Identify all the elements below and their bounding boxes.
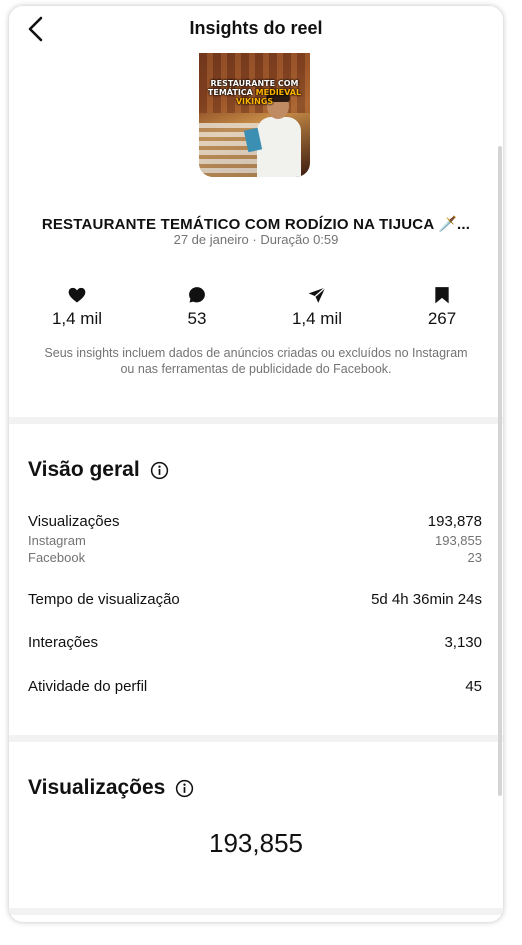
thumbnail-person — [257, 117, 301, 177]
row-value: 23 — [467, 550, 482, 565]
phone-screen: Insights do reel RESTAURANTE COM TEMÁTIC… — [9, 6, 503, 922]
stat-shares: 1,4 mil — [267, 285, 367, 329]
row-watch-time[interactable]: Tempo de visualização 5d 4h 36min 24s — [28, 591, 482, 608]
row-label: Tempo de visualização — [28, 591, 180, 608]
stat-likes: 1,4 mil — [27, 285, 127, 329]
overview-title: Visão geral — [28, 458, 140, 481]
heart-icon — [68, 287, 86, 303]
insights-disclaimer: Seus insights incluem dados de anúncios … — [44, 346, 468, 376]
row-value: 3,130 — [444, 634, 482, 651]
thumbnail-caption-line2a: TEMÁTICA — [207, 88, 256, 97]
comment-icon — [189, 287, 205, 303]
thumbnail-caption: RESTAURANTE COM TEMÁTICA MEDIEVAL VIKING… — [203, 79, 306, 106]
row-label: Interações — [28, 634, 99, 651]
stat-comments: 53 — [147, 285, 247, 329]
row-value: 193,855 — [435, 533, 482, 548]
reel-thumbnail[interactable]: RESTAURANTE COM TEMÁTICA MEDIEVAL VIKING… — [199, 53, 310, 177]
reel-title: RESTAURANTE TEMÁTICO COM RODÍZIO NA TIJU… — [41, 216, 471, 233]
comments-count: 53 — [187, 309, 207, 328]
row-label: Visualizações — [28, 513, 120, 530]
reel-date-duration: 27 de janeiro · Duração 0:59 — [173, 232, 339, 247]
row-views-instagram: Instagram 193,855 — [28, 533, 482, 548]
thumbnail-caption-line2: TEMÁTICA MEDIEVAL VIKINGS — [203, 88, 306, 106]
views-total: 193,855 — [209, 828, 303, 858]
row-value: 5d 4h 36min 24s — [371, 591, 482, 608]
top-bar: Insights do reel — [9, 6, 503, 52]
bookmark-icon — [435, 287, 449, 304]
views-title: Visualizações — [28, 776, 166, 799]
scrollbar[interactable] — [498, 146, 502, 796]
row-label: Atividade do perfil — [28, 678, 148, 695]
row-label: Instagram — [28, 533, 86, 548]
saves-count: 267 — [427, 309, 457, 328]
row-value: 45 — [465, 678, 482, 695]
row-views[interactable]: Visualizações 193,878 — [28, 513, 482, 530]
info-icon[interactable] — [175, 779, 194, 798]
row-profile-activity[interactable]: Atividade do perfil 45 — [28, 678, 482, 695]
overview-section-title: Visão geral — [28, 458, 169, 482]
section-divider — [9, 417, 503, 424]
thumbnail-caption-line1: RESTAURANTE COM — [210, 79, 299, 88]
shares-count: 1,4 mil — [291, 309, 343, 328]
stat-saves: 267 — [392, 285, 492, 329]
likes-count: 1,4 mil — [51, 309, 103, 328]
section-divider — [9, 735, 503, 742]
row-label: Facebook — [28, 550, 86, 565]
section-divider — [9, 908, 503, 915]
row-value: 193,878 — [427, 513, 482, 530]
row-interactions[interactable]: Interações 3,130 — [28, 634, 482, 651]
send-icon — [308, 286, 326, 303]
row-views-facebook: Facebook 23 — [28, 550, 482, 565]
page-title: Insights do reel — [189, 18, 323, 38]
views-section-title: Visualizações — [28, 776, 194, 800]
info-icon[interactable] — [150, 461, 169, 480]
